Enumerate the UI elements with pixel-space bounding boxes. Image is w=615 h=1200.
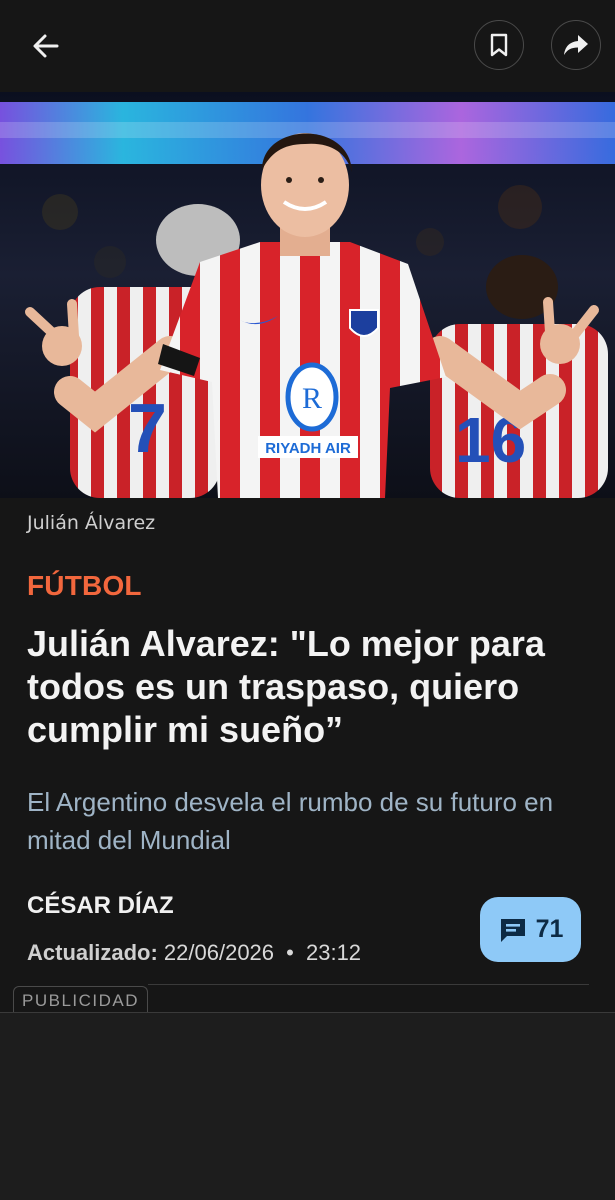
article-subtitle: El Argentino desvela el rumbo de su futu… xyxy=(27,787,554,855)
updated-date: 22/06/2026 xyxy=(163,940,275,965)
jersey-sponsor-text: RIYADH AIR xyxy=(265,440,351,457)
comment-icon xyxy=(500,918,525,942)
ad-area[interactable] xyxy=(0,1013,615,1200)
author-name[interactable]: CÉSAR DÍAZ xyxy=(27,892,174,920)
svg-text:R: R xyxy=(302,382,322,415)
comments-button[interactable]: 71 xyxy=(480,897,581,962)
back-button[interactable] xyxy=(24,24,68,68)
bookmark-button[interactable] xyxy=(474,20,524,70)
share-arrow-icon xyxy=(564,35,588,55)
hero-image[interactable]: 7 16 R RIYADH AIR xyxy=(0,92,615,498)
comments-count: 71 xyxy=(535,915,564,943)
hero-illustration: 7 16 R RIYADH AIR xyxy=(0,92,615,498)
article-screen: 7 16 R RIYADH AIR Julián Álvarez FÚTBOL … xyxy=(0,0,615,1200)
bookmark-icon xyxy=(490,33,508,57)
top-bar xyxy=(0,0,615,92)
updated-separator: • xyxy=(286,940,294,965)
arrow-left-icon xyxy=(33,34,59,58)
update-timestamp: Actualizado: 22/06/2026 • 23:12 xyxy=(27,940,361,966)
image-caption: Julián Álvarez xyxy=(27,512,156,534)
divider xyxy=(148,984,589,985)
share-button[interactable] xyxy=(551,20,601,70)
section-tag[interactable]: FÚTBOL xyxy=(27,570,142,602)
article-headline: Julián Alvarez: "Lo mejor para todos es … xyxy=(27,623,545,750)
ad-label: PUBLICIDAD xyxy=(13,986,149,1013)
updated-time: 23:12 xyxy=(305,940,362,965)
updated-label: Actualizado: xyxy=(27,940,158,965)
